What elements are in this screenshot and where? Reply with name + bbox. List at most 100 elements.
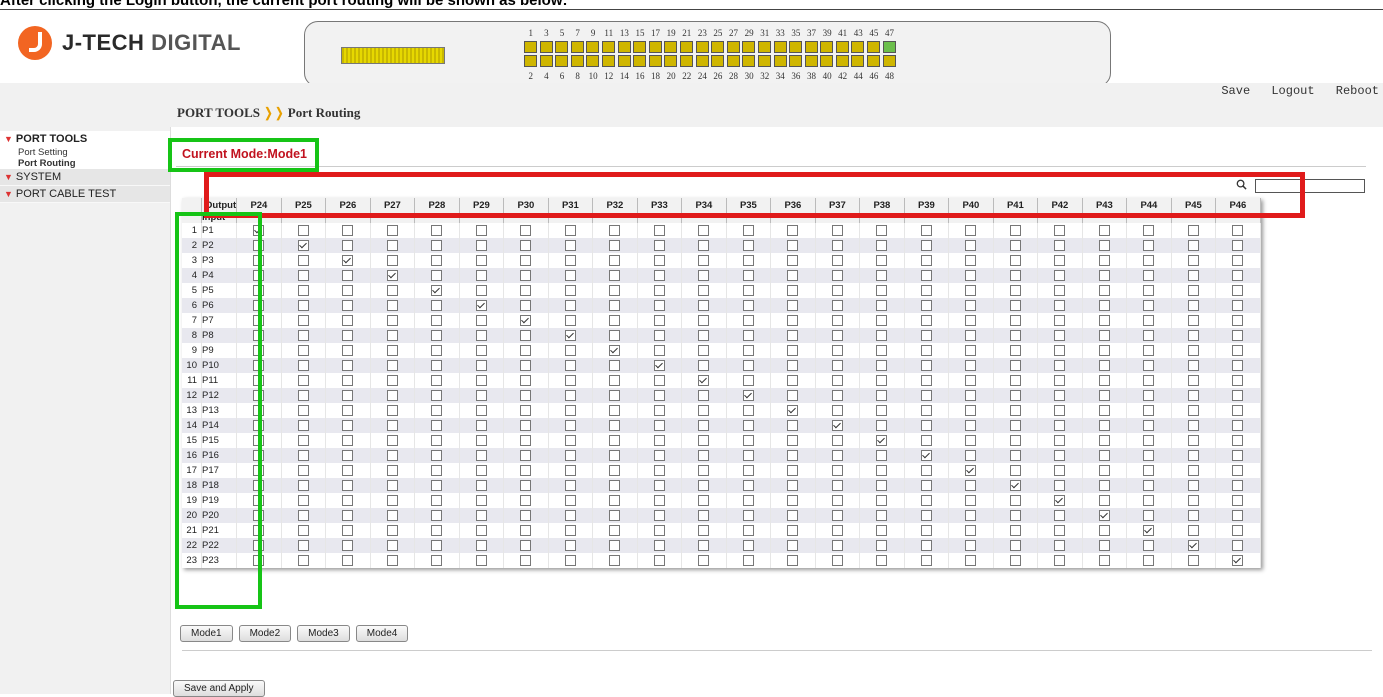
route-checkbox[interactable] <box>1009 494 1021 506</box>
ethernet-port-icon[interactable] <box>524 41 537 53</box>
route-checkbox[interactable] <box>297 284 309 296</box>
route-checkbox[interactable] <box>787 314 799 326</box>
route-checkbox[interactable] <box>831 284 843 296</box>
route-checkbox[interactable] <box>653 299 665 311</box>
route-checkbox[interactable] <box>742 539 754 551</box>
route-checkbox[interactable] <box>520 344 532 356</box>
route-checkbox[interactable] <box>386 554 398 566</box>
route-checkbox[interactable] <box>431 314 443 326</box>
route-checkbox[interactable] <box>965 224 977 236</box>
route-checkbox[interactable] <box>297 449 309 461</box>
route-checkbox[interactable] <box>1054 539 1066 551</box>
route-checkbox[interactable] <box>876 359 888 371</box>
route-checkbox[interactable] <box>965 419 977 431</box>
route-checkbox[interactable] <box>1232 254 1244 266</box>
save-and-apply-button[interactable]: Save and Apply <box>173 680 265 697</box>
route-checkbox[interactable] <box>475 224 487 236</box>
route-checkbox[interactable] <box>431 329 443 341</box>
route-checkbox[interactable] <box>1187 509 1199 521</box>
route-checkbox[interactable] <box>342 554 354 566</box>
route-checkbox[interactable] <box>831 524 843 536</box>
route-checkbox[interactable] <box>1232 449 1244 461</box>
route-checkbox[interactable] <box>1098 344 1110 356</box>
route-checkbox[interactable] <box>609 284 621 296</box>
route-checkbox[interactable] <box>965 314 977 326</box>
route-checkbox[interactable] <box>342 389 354 401</box>
route-checkbox[interactable] <box>876 329 888 341</box>
route-checkbox[interactable] <box>475 539 487 551</box>
ethernet-port-icon[interactable] <box>633 41 647 53</box>
route-checkbox[interactable] <box>431 374 443 386</box>
route-checkbox[interactable] <box>297 554 309 566</box>
route-checkbox[interactable] <box>698 494 710 506</box>
route-checkbox[interactable] <box>342 449 354 461</box>
route-checkbox[interactable] <box>386 494 398 506</box>
route-checkbox[interactable] <box>787 269 799 281</box>
route-checkbox[interactable] <box>876 539 888 551</box>
route-checkbox[interactable] <box>564 359 576 371</box>
route-checkbox[interactable] <box>653 434 665 446</box>
route-checkbox[interactable] <box>1009 509 1021 521</box>
route-checkbox[interactable] <box>564 509 576 521</box>
route-checkbox[interactable] <box>520 299 532 311</box>
route-checkbox[interactable] <box>653 224 665 236</box>
route-checkbox[interactable] <box>1009 254 1021 266</box>
route-checkbox[interactable] <box>965 404 977 416</box>
route-checkbox[interactable] <box>1098 269 1110 281</box>
route-checkbox[interactable] <box>920 509 932 521</box>
route-checkbox[interactable] <box>609 419 621 431</box>
route-checkbox[interactable] <box>1143 239 1155 251</box>
route-checkbox[interactable] <box>920 419 932 431</box>
route-checkbox[interactable] <box>698 299 710 311</box>
route-checkbox[interactable] <box>1098 419 1110 431</box>
route-checkbox[interactable] <box>1232 224 1244 236</box>
route-checkbox[interactable] <box>1009 329 1021 341</box>
route-checkbox[interactable] <box>653 374 665 386</box>
route-checkbox[interactable] <box>831 224 843 236</box>
route-checkbox[interactable] <box>1054 254 1066 266</box>
route-checkbox[interactable] <box>475 509 487 521</box>
route-checkbox[interactable] <box>431 539 443 551</box>
ethernet-port-icon[interactable] <box>695 41 709 53</box>
route-checkbox[interactable] <box>342 239 354 251</box>
sidebar-item-port-tools[interactable]: ▼ PORT TOOLS <box>0 131 170 147</box>
route-checkbox[interactable] <box>431 404 443 416</box>
route-checkbox[interactable] <box>1143 359 1155 371</box>
route-checkbox[interactable] <box>653 269 665 281</box>
route-checkbox[interactable] <box>1187 284 1199 296</box>
route-checkbox[interactable] <box>386 329 398 341</box>
route-checkbox[interactable] <box>831 539 843 551</box>
route-checkbox[interactable] <box>1143 554 1155 566</box>
route-checkbox[interactable] <box>609 494 621 506</box>
route-checkbox[interactable] <box>1009 344 1021 356</box>
route-checkbox[interactable] <box>297 239 309 251</box>
route-checkbox[interactable] <box>1009 404 1021 416</box>
route-checkbox[interactable] <box>431 239 443 251</box>
route-checkbox[interactable] <box>1009 299 1021 311</box>
route-checkbox[interactable] <box>342 344 354 356</box>
route-checkbox[interactable] <box>609 269 621 281</box>
route-checkbox[interactable] <box>965 434 977 446</box>
route-checkbox[interactable] <box>1098 284 1110 296</box>
route-checkbox[interactable] <box>698 374 710 386</box>
route-checkbox[interactable] <box>520 464 532 476</box>
route-checkbox[interactable] <box>1232 554 1244 566</box>
route-checkbox[interactable] <box>653 494 665 506</box>
ethernet-port-icon[interactable] <box>555 41 569 53</box>
route-checkbox[interactable] <box>342 404 354 416</box>
ethernet-port-icon[interactable] <box>617 41 631 53</box>
route-checkbox[interactable] <box>431 359 443 371</box>
route-checkbox[interactable] <box>653 509 665 521</box>
route-checkbox[interactable] <box>1187 479 1199 491</box>
route-checkbox[interactable] <box>742 374 754 386</box>
route-checkbox[interactable] <box>342 224 354 236</box>
route-checkbox[interactable] <box>342 284 354 296</box>
route-checkbox[interactable] <box>1232 419 1244 431</box>
route-checkbox[interactable] <box>1143 419 1155 431</box>
route-checkbox[interactable] <box>564 449 576 461</box>
route-checkbox[interactable] <box>1054 554 1066 566</box>
route-checkbox[interactable] <box>609 359 621 371</box>
route-checkbox[interactable] <box>742 434 754 446</box>
ethernet-port-icon[interactable] <box>757 55 771 67</box>
route-checkbox[interactable] <box>342 524 354 536</box>
